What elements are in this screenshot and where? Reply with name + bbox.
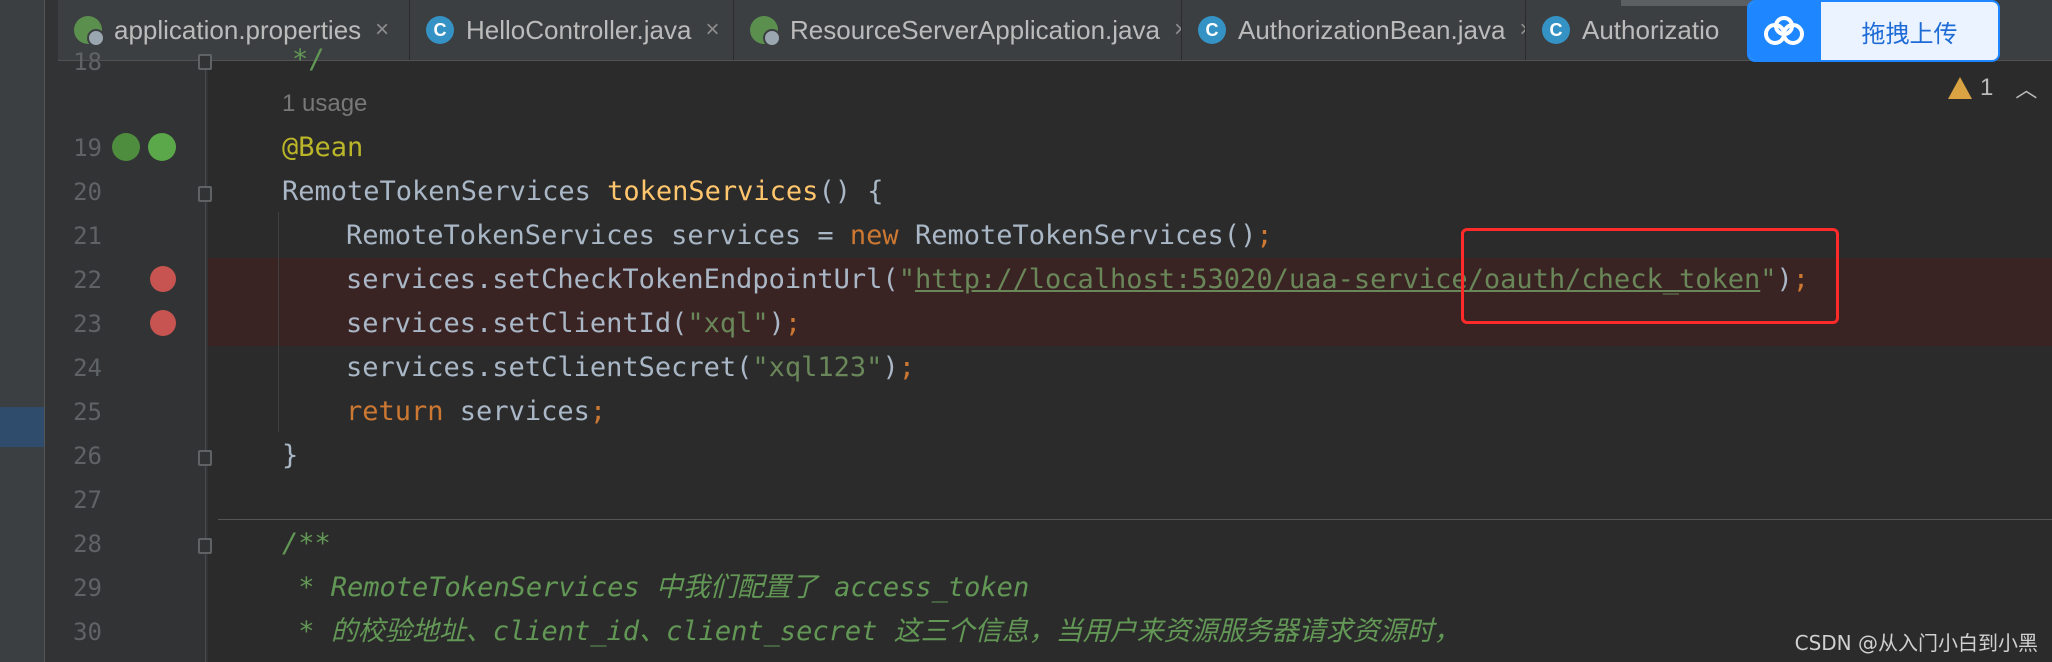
line-number: 27 xyxy=(73,486,102,514)
line-number: 25 xyxy=(73,398,102,426)
close-icon[interactable]: × xyxy=(1519,16,1525,44)
bean-navigate-icon[interactable] xyxy=(112,133,140,161)
code-line-25: return services; xyxy=(346,390,606,434)
line-number: 18 xyxy=(73,48,102,76)
tool-window-strip xyxy=(0,0,56,662)
line-number: 28 xyxy=(73,530,102,558)
code-text: services.setCheckTokenEndpointUrl( xyxy=(346,264,899,295)
keyword: new xyxy=(849,220,899,251)
close-icon[interactable]: × xyxy=(1174,16,1181,44)
code-line-23: services.setClientId("xql"); xyxy=(346,302,801,346)
line-number: 24 xyxy=(73,354,102,382)
breakpoint-icon[interactable] xyxy=(150,310,176,336)
code-text: ) xyxy=(768,308,785,339)
tab-label: HelloController.java xyxy=(466,14,692,45)
code-text: ) xyxy=(882,352,899,383)
fold-marker-icon[interactable] xyxy=(198,186,212,202)
code-line-21: RemoteTokenServices services = new Remot… xyxy=(346,214,1273,258)
code-text: RemoteTokenServices services = xyxy=(346,220,850,251)
gutter-separator xyxy=(205,61,206,662)
java-class-icon: C xyxy=(1542,16,1570,44)
semicolon: ; xyxy=(784,308,802,339)
semicolon: ; xyxy=(589,396,607,427)
java-class-icon: C xyxy=(1198,16,1226,44)
fold-marker-icon[interactable] xyxy=(198,54,212,70)
line-number: 21 xyxy=(73,222,102,250)
code-line-20: RemoteTokenServices tokenServices() { xyxy=(282,170,883,214)
keyword: return xyxy=(346,396,444,427)
upload-label: 拖拽上传 xyxy=(1861,19,1958,48)
cloud-upload-icon xyxy=(1749,2,1821,60)
java-class-icon: C xyxy=(426,16,454,44)
return-type: RemoteTokenServices xyxy=(282,176,608,207)
indent-guide xyxy=(278,212,279,432)
tab-label: AuthorizationBean.java xyxy=(1238,14,1506,45)
tab-hello-controller[interactable]: C HelloController.java × xyxy=(410,0,734,60)
code-text: services xyxy=(443,396,590,427)
string-literal: "xql" xyxy=(687,308,769,339)
warning-count: 1 xyxy=(1980,74,1994,101)
code-text: services.setClientId( xyxy=(346,308,688,339)
drag-upload-widget[interactable]: 拖拽上传 xyxy=(1747,0,2000,62)
code-line-29: * RemoteTokenServices 中我们配置了 access_toke… xyxy=(282,572,1030,603)
fold-marker-icon[interactable] xyxy=(198,450,212,466)
string-literal: "xql123" xyxy=(752,352,883,383)
tab-authorization[interactable]: C Authorizatio xyxy=(1526,0,1766,60)
code-text: RemoteTokenServices() xyxy=(898,220,1257,251)
annotation: @Bean xyxy=(282,132,364,163)
line-number: 20 xyxy=(73,178,102,206)
line-number: 26 xyxy=(73,442,102,470)
tab-label: ResourceServerApplication.java xyxy=(790,14,1160,45)
fold-marker-icon[interactable] xyxy=(198,538,212,554)
spring-bean-icon[interactable] xyxy=(148,133,176,161)
line-number: 30 xyxy=(73,618,102,646)
code-line-24: services.setClientSecret("xql123"); xyxy=(346,346,915,390)
tab-authorization-bean[interactable]: C AuthorizationBean.java × xyxy=(1182,0,1526,60)
spring-app-icon xyxy=(750,16,781,47)
code-line-18: */ xyxy=(292,44,325,75)
semicolon: ; xyxy=(898,352,915,383)
line-number: 19 xyxy=(73,134,102,162)
line-number: 29 xyxy=(73,574,102,602)
close-icon[interactable]: × xyxy=(375,16,389,44)
watermark: CSDN @从入门小白到小黑 xyxy=(1794,631,2038,655)
highlight-box xyxy=(1461,228,1839,324)
properties-gear-icon xyxy=(74,16,105,47)
tab-resource-server-application[interactable]: ResourceServerApplication.java × xyxy=(734,0,1182,60)
method-separator xyxy=(218,519,2052,520)
inspection-widget[interactable]: 1 ︿ xyxy=(1948,72,2037,104)
chevron-up-icon[interactable]: ︿ xyxy=(2015,72,2037,104)
project-panel-edge xyxy=(44,0,59,662)
close-icon[interactable]: × xyxy=(705,16,719,44)
warning-icon xyxy=(1948,77,1972,99)
code-line-26: } xyxy=(282,440,299,471)
code-text: () { xyxy=(818,176,884,207)
line-number: 23 xyxy=(73,310,102,338)
semicolon: ; xyxy=(1256,220,1273,251)
tab-label: Authorizatio xyxy=(1582,14,1720,45)
line-number: 22 xyxy=(73,266,102,294)
code-line-30: * 的校验地址、client_id、client_secret 这三个信息，当用… xyxy=(282,616,1461,647)
method-name: tokenServices xyxy=(607,176,819,207)
code-line-19: @Bean xyxy=(282,126,363,170)
string-quote: " xyxy=(898,264,915,295)
code-line-28: /** xyxy=(282,528,331,559)
code-text: services.setClientSecret( xyxy=(346,352,753,383)
tab-application-properties[interactable]: application.properties × xyxy=(58,0,410,60)
usage-hint[interactable]: 1 usage xyxy=(282,90,367,118)
breakpoint-icon[interactable] xyxy=(150,266,176,292)
